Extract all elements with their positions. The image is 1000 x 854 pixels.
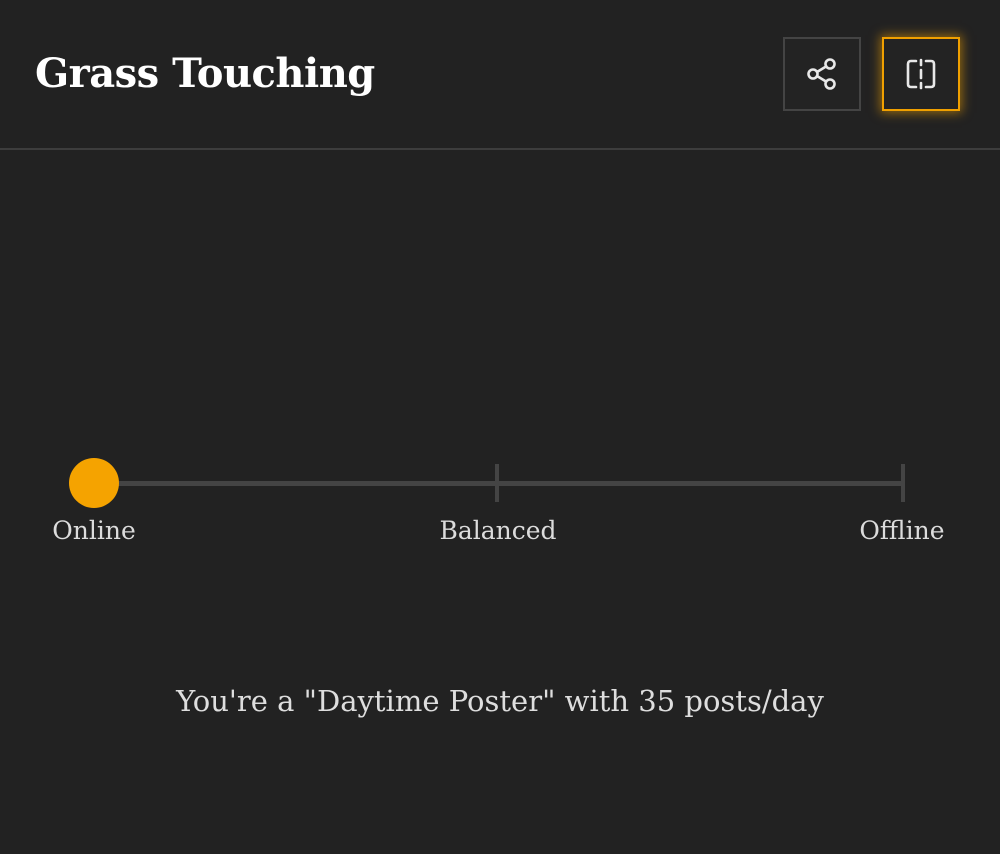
split-view-button[interactable] [882, 37, 960, 111]
online-offline-slider[interactable]: Online Balanced Offline [0, 440, 1000, 560]
slider-label-offline: Offline [859, 516, 945, 545]
slider-thumb[interactable] [69, 458, 119, 508]
slider-tick-balanced [495, 464, 499, 502]
share-icon [804, 56, 840, 92]
slider-label-online: Online [52, 516, 136, 545]
split-view-icon [903, 56, 939, 92]
share-button[interactable] [783, 37, 861, 111]
result-text: You're a "Daytime Poster" with 35 posts/… [176, 684, 824, 718]
slider-track[interactable] [94, 481, 904, 486]
header-bar: Grass Touching [0, 0, 1000, 150]
app-root: Grass Touching Online Balanced Offline Y… [0, 0, 1000, 854]
slider-label-balanced: Balanced [439, 516, 557, 545]
page-title: Grass Touching [35, 50, 375, 97]
slider-tick-offline [901, 464, 905, 502]
